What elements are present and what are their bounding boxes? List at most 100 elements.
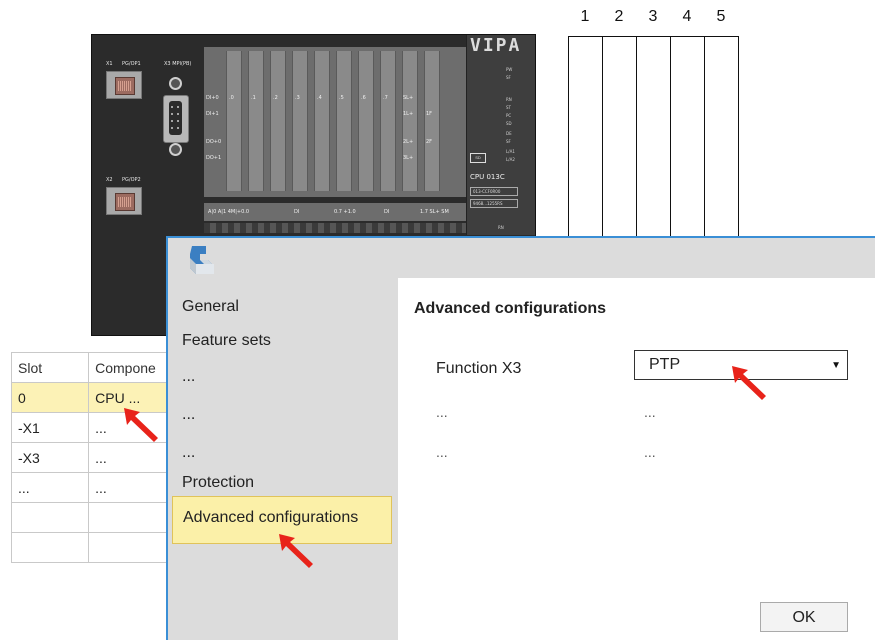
placeholder-label: ... <box>436 444 448 460</box>
function-x3-value: PTP <box>649 356 681 373</box>
placeholder-label: ... <box>436 404 448 420</box>
led-label: PC <box>506 113 512 118</box>
io-row-end-label: 3L+ <box>403 155 414 161</box>
table-cell[interactable]: -X1 <box>10 412 90 443</box>
table-cell[interactable]: ... <box>10 472 90 503</box>
table-row[interactable] <box>10 532 169 563</box>
table-row[interactable] <box>10 502 169 533</box>
io-row-end-label: 2L+ <box>403 139 414 145</box>
function-x3-dropdown[interactable]: PTP ▼ <box>634 350 848 380</box>
io-col-label: .7 <box>383 95 388 101</box>
port-x3-label: X3 MPI(PB) <box>164 61 192 67</box>
ok-button[interactable]: OK <box>760 602 848 632</box>
table-row[interactable]: -X1 ... <box>10 412 169 443</box>
led-label: SF <box>506 139 511 144</box>
slot-5[interactable] <box>704 36 739 240</box>
section-title: Advanced configurations <box>414 300 607 317</box>
io-col-label: .3 <box>295 95 300 101</box>
tia-app-icon <box>190 246 214 274</box>
table-cell[interactable] <box>10 502 90 533</box>
screw-icon <box>169 77 182 90</box>
io-col-label: .4 <box>317 95 322 101</box>
properties-dialog: General Feature sets ... ... ... Protect… <box>166 236 875 640</box>
io-row-end-label: 1L+ <box>403 111 414 117</box>
led-label: RN <box>506 97 512 102</box>
placeholder-value: ... <box>644 404 656 420</box>
io-row-label: DI+1 <box>206 111 219 117</box>
table-cell[interactable]: ... <box>88 412 169 443</box>
cpu-serial-tag: 9468...1255RS <box>470 199 518 208</box>
ethernet-port-x2 <box>106 187 142 215</box>
terminal-label: A|0 A|1 4M|+0.0 <box>208 209 250 215</box>
io-row-label: DO+0 <box>206 139 222 145</box>
device-overview-table: Slot Compone 0 CPU ... -X1 ... -X3 ... .… <box>10 352 169 563</box>
nav-item-placeholder[interactable]: ... <box>182 368 195 386</box>
table-cell[interactable]: 0 <box>10 382 90 413</box>
port-x1-label: X1 <box>106 61 113 67</box>
placeholder-value: ... <box>644 444 656 460</box>
slot-3[interactable] <box>636 36 671 240</box>
nav-item-placeholder[interactable]: ... <box>182 444 195 462</box>
led-label: PW <box>506 67 513 72</box>
table-cell[interactable]: ... <box>88 442 169 473</box>
rn-label: RN <box>498 225 504 230</box>
terminal-label: DI <box>294 209 300 215</box>
io-col-label: .2 <box>273 95 278 101</box>
sd-slot: SD <box>470 153 486 163</box>
table-cell[interactable] <box>88 532 169 563</box>
screw-icon <box>169 143 182 156</box>
terminal-label: 0.7 +1.0 <box>334 209 356 215</box>
table-row[interactable]: ... ... <box>10 472 169 503</box>
slot-4[interactable] <box>670 36 705 240</box>
dropdown-caret-icon: ▼ <box>831 360 841 371</box>
io-col-label: .0 <box>229 95 234 101</box>
io-row-end2-label: 1F <box>426 111 433 117</box>
brand-logo: VIPA <box>470 35 522 56</box>
port-x2-sub-label: PG/OP2 <box>122 177 141 183</box>
io-col-label: .1 <box>251 95 256 101</box>
slot-number-4: 4 <box>682 8 692 25</box>
table-header-row: Slot Compone <box>10 352 169 383</box>
table-cell[interactable] <box>10 532 90 563</box>
cpu-name-label: CPU 013C <box>470 173 505 181</box>
slot-number-2: 2 <box>614 8 624 25</box>
ethernet-port-x1 <box>106 71 142 99</box>
settings-content-panel: Advanced configurations Function X3 PTP … <box>398 278 875 640</box>
function-x3-label: Function X3 <box>436 360 522 377</box>
io-col-label: .5 <box>339 95 344 101</box>
terminal-label: DI <box>384 209 390 215</box>
column-header-component[interactable]: Compone <box>88 352 169 383</box>
port-x1-sub-label: PG/OP1 <box>122 61 141 67</box>
table-cell[interactable]: ... <box>88 472 169 503</box>
io-row-end-label: SL+ <box>403 95 414 101</box>
led-label: SF <box>506 75 511 80</box>
table-row[interactable]: -X3 ... <box>10 442 169 473</box>
led-label: L/A1 <box>506 149 515 154</box>
slot-1[interactable] <box>568 36 603 240</box>
slot-2[interactable] <box>602 36 637 240</box>
slot-number-5: 5 <box>716 8 726 25</box>
nav-item-advanced-configurations[interactable]: Advanced configurations <box>172 496 392 544</box>
table-cell[interactable]: CPU ... <box>88 382 169 413</box>
table-cell[interactable]: -X3 <box>10 442 90 473</box>
led-label: ST <box>506 105 511 110</box>
terminal-label: 1.7 SL+ SM <box>420 209 449 215</box>
column-header-slot[interactable]: Slot <box>10 352 90 383</box>
cpu-order-tag: 013-CCF0R00 <box>470 187 518 196</box>
led-label: L/A2 <box>506 157 515 162</box>
table-cell[interactable] <box>88 502 169 533</box>
nav-item-placeholder[interactable]: ... <box>182 406 195 424</box>
io-row-end2-label: 2F <box>426 139 433 145</box>
led-label: DE <box>506 131 512 136</box>
io-row-label: DO+1 <box>206 155 222 161</box>
led-label: SD <box>506 121 512 126</box>
io-row-label: DI+0 <box>206 95 219 101</box>
nav-item-feature-sets[interactable]: Feature sets <box>182 332 271 350</box>
io-col-label: .6 <box>361 95 366 101</box>
nav-item-general[interactable]: General <box>182 298 239 316</box>
serial-port-x3 <box>163 95 189 143</box>
port-x2-label: X2 <box>106 177 113 183</box>
nav-item-protection[interactable]: Protection <box>182 474 254 492</box>
io-panel: DI+0 DI+1 DO+0 DO+1 .0 .1 .2 .3 .4 .5 .6… <box>204 47 476 197</box>
table-row[interactable]: 0 CPU ... <box>10 382 169 413</box>
